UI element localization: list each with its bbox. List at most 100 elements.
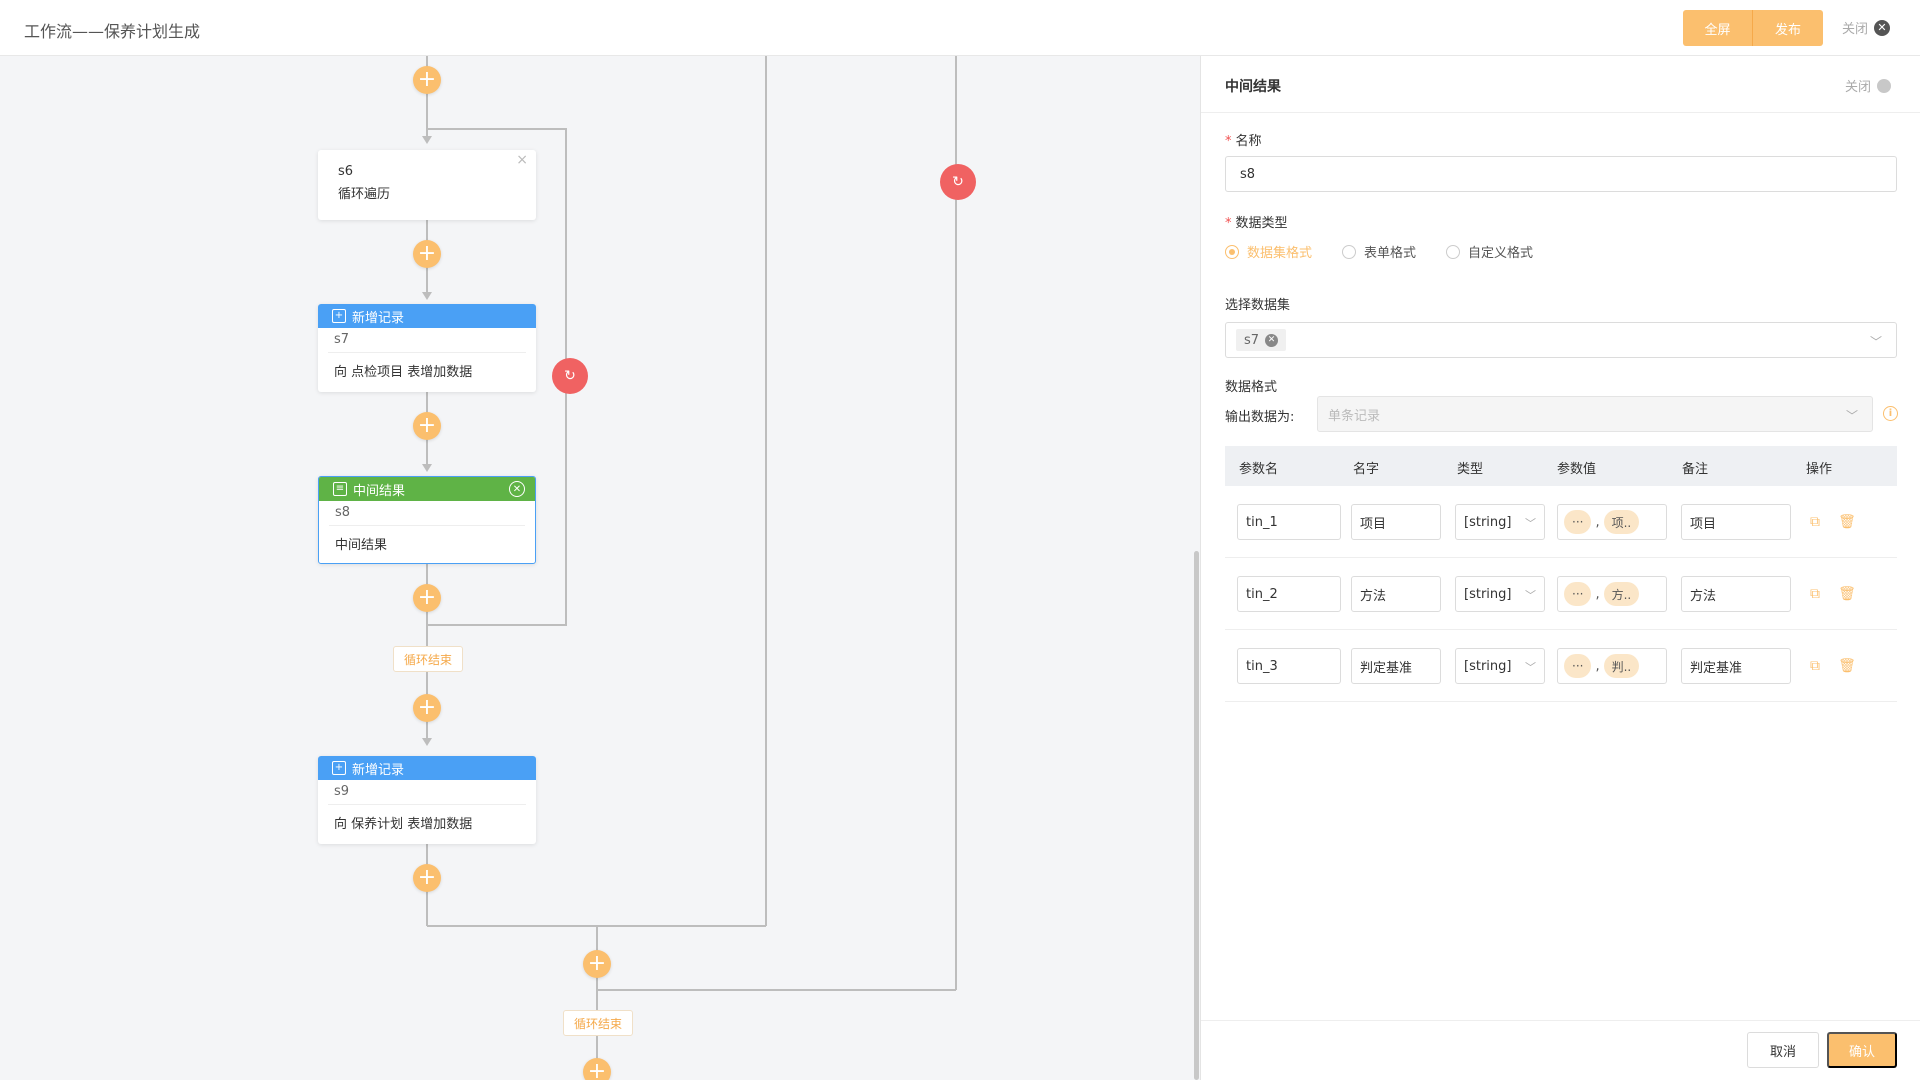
table-row: tin_3 判定基准 [string] ﹀ ···, 判.. 判定基准 ⧉ 🗑 (1225, 630, 1897, 702)
add-step-button[interactable]: + (413, 66, 441, 94)
param-name-input[interactable]: tin_1 (1237, 504, 1341, 540)
type-value: [string] (1464, 514, 1512, 530)
loop-toggle-button[interactable]: ↻ (940, 164, 976, 200)
node-id: s8 (335, 505, 351, 520)
radio-dot (1225, 244, 1239, 259)
required-mark: * (1225, 134, 1232, 149)
node-desc: 循环遍历 (338, 187, 391, 202)
add-step-button[interactable]: + (413, 694, 441, 722)
header-close-label: 关闭 (1842, 22, 1869, 37)
publish-button[interactable]: 发布 (1753, 10, 1823, 46)
chevron-down-icon: ﹀ (1525, 589, 1536, 602)
trash-icon[interactable]: 🗑 (1838, 586, 1856, 602)
header-close-button[interactable]: 关闭 ✕ (1842, 18, 1891, 37)
param-name-input[interactable]: tin_3 (1237, 648, 1341, 684)
param-value-field[interactable]: ···, 项.. (1557, 504, 1667, 540)
workflow-node-s8[interactable]: ≡ 中间结果 ✕ s8 中间结果 (318, 476, 536, 564)
value-chip[interactable]: ··· (1564, 510, 1592, 534)
type-value: [string] (1464, 658, 1512, 674)
node-close-icon[interactable]: ✕ (509, 481, 525, 497)
add-record-icon: + (332, 761, 346, 775)
node-type-label: 新增记录 (352, 310, 405, 326)
required-mark: * (1225, 216, 1232, 231)
properties-panel: 中间结果 关闭 * 名称 s8 * 数据类型 数据集格式 表单格式 自定义格式 选择… (1200, 56, 1920, 1080)
workflow-node-s6[interactable]: × s6 循环遍历 (318, 150, 536, 220)
name-input[interactable]: s8 (1225, 156, 1897, 192)
trash-icon[interactable]: 🗑 (1838, 514, 1856, 530)
add-step-button[interactable]: + (583, 950, 611, 978)
cancel-button[interactable]: 取消 (1747, 1032, 1819, 1068)
column-header: 参数值 (1557, 462, 1597, 477)
value-separator: , (1595, 658, 1600, 674)
dataset-tag-label: s7 (1244, 332, 1260, 348)
add-step-button[interactable]: + (413, 864, 441, 892)
datatype-label: * 数据类型 (1225, 212, 1288, 231)
dataset-label: 选择数据集 (1225, 298, 1291, 313)
note-input[interactable]: 方法 (1681, 576, 1791, 612)
node-id: s7 (334, 332, 350, 347)
radio-label: 表单格式 (1364, 246, 1417, 261)
column-header: 名字 (1353, 462, 1380, 477)
add-step-button[interactable]: + (583, 1058, 611, 1080)
display-name-input[interactable]: 项目 (1351, 504, 1441, 540)
radio-custom-format[interactable]: 自定义格式 (1446, 242, 1533, 261)
param-value-field[interactable]: ···, 判.. (1557, 648, 1667, 684)
loop-toggle-button[interactable]: ↻ (552, 358, 588, 394)
value-chip[interactable]: 方.. (1603, 582, 1640, 606)
workflow-canvas[interactable]: + + + + + + + + ↻ ↻ × s6 循环遍历 + 新增记录 s7 … (0, 56, 1200, 1080)
node-header: + 新增记录 (318, 756, 536, 780)
node-id: s9 (334, 784, 350, 799)
copy-icon[interactable]: ⧉ (1807, 514, 1823, 530)
output-label: 输出数据为: (1225, 410, 1295, 425)
tag-remove-icon[interactable]: ✕ (1265, 333, 1279, 347)
type-select[interactable]: [string] ﹀ (1455, 648, 1545, 684)
type-value: [string] (1464, 586, 1512, 602)
copy-icon[interactable]: ⧉ (1807, 586, 1823, 602)
dataset-tag: s7 ✕ (1236, 329, 1287, 351)
node-desc: 向 保养计划 表增加数据 (334, 817, 473, 832)
add-record-icon: + (332, 309, 346, 323)
display-name-input[interactable]: 方法 (1351, 576, 1441, 612)
param-name-input[interactable]: tin_2 (1237, 576, 1341, 612)
fullscreen-button[interactable]: 全屏 (1683, 10, 1753, 46)
copy-icon[interactable]: ⧉ (1807, 658, 1823, 674)
value-chip[interactable]: ··· (1564, 582, 1592, 606)
canvas-scrollbar[interactable] (1194, 551, 1199, 1080)
column-header: 备注 (1682, 462, 1709, 477)
column-header: 类型 (1457, 462, 1484, 477)
workflow-node-s7[interactable]: + 新增记录 s7 向 点检项目 表增加数据 (318, 304, 536, 392)
note-input[interactable]: 判定基准 (1681, 648, 1791, 684)
confirm-button[interactable]: 确认 (1827, 1032, 1897, 1068)
output-row: 输出数据为: 单条记录 ﹀ i (1225, 396, 1898, 432)
param-value-field[interactable]: ···, 方.. (1557, 576, 1667, 612)
note-input[interactable]: 项目 (1681, 504, 1791, 540)
value-chip[interactable]: 判.. (1603, 654, 1640, 678)
chevron-down-icon: ﹀ (1525, 661, 1536, 674)
node-delete-icon[interactable]: × (516, 152, 528, 168)
dataset-select[interactable]: s7 ✕ ﹀ (1225, 322, 1897, 358)
display-name-input[interactable]: 判定基准 (1351, 648, 1441, 684)
workflow-node-s9[interactable]: + 新增记录 s9 向 保养计划 表增加数据 (318, 756, 536, 844)
add-step-button[interactable]: + (413, 584, 441, 612)
chevron-down-icon: ﹀ (1845, 409, 1858, 423)
value-chip[interactable]: 项.. (1603, 510, 1640, 534)
info-icon[interactable]: i (1883, 406, 1898, 421)
connector-lines (422, 56, 957, 1080)
radio-dataset-format[interactable]: 数据集格式 (1225, 242, 1312, 261)
output-select-value: 单条记录 (1328, 408, 1381, 424)
trash-icon[interactable]: 🗑 (1838, 658, 1856, 674)
radio-label: 自定义格式 (1468, 246, 1534, 261)
add-step-button[interactable]: + (413, 240, 441, 268)
node-desc: 向 点检项目 表增加数据 (334, 365, 473, 380)
output-select[interactable]: 单条记录 ﹀ (1317, 396, 1873, 432)
column-header: 操作 (1806, 462, 1833, 477)
type-select[interactable]: [string] ﹀ (1455, 576, 1545, 612)
panel-close-button[interactable]: 关闭 (1845, 76, 1892, 95)
table-row: tin_2 方法 [string] ﹀ ···, 方.. 方法 ⧉ 🗑 (1225, 558, 1897, 630)
node-type-label: 新增记录 (352, 762, 405, 778)
radio-form-format[interactable]: 表单格式 (1342, 242, 1416, 261)
type-select[interactable]: [string] ﹀ (1455, 504, 1545, 540)
value-chip[interactable]: ··· (1564, 654, 1592, 678)
column-header: 参数名 (1239, 462, 1279, 477)
add-step-button[interactable]: + (413, 412, 441, 440)
